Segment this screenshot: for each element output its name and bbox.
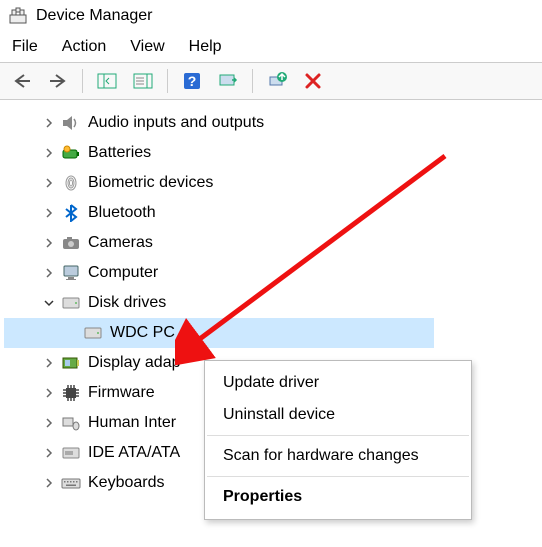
tree-node-wdc-disk[interactable]: WDC PC: [4, 318, 434, 348]
tree-node-audio[interactable]: Audio inputs and outputs: [4, 108, 542, 138]
toolbar-separator: [82, 69, 83, 93]
tree-label: IDE ATA/ATA: [88, 444, 180, 462]
chevron-right-icon[interactable]: [40, 474, 58, 492]
tree-node-disk-drives[interactable]: Disk drives: [4, 288, 542, 318]
tree-node-bluetooth[interactable]: Bluetooth: [4, 198, 542, 228]
toolbar-separator: [167, 69, 168, 93]
chevron-right-icon[interactable]: [40, 144, 58, 162]
keyboard-icon: [58, 472, 84, 494]
battery-icon: [58, 142, 84, 164]
uninstall-device-button[interactable]: [297, 67, 329, 95]
chevron-right-icon[interactable]: [40, 384, 58, 402]
context-menu-properties[interactable]: Properties: [205, 481, 471, 513]
back-button[interactable]: [6, 67, 38, 95]
fingerprint-icon: [58, 172, 84, 194]
toolbar: ?: [0, 62, 542, 100]
tree-label: Biometric devices: [88, 174, 213, 192]
forward-button[interactable]: [42, 67, 74, 95]
speaker-icon: [58, 112, 84, 134]
tree-label: Human Inter: [88, 414, 176, 432]
menu-help[interactable]: Help: [189, 38, 222, 56]
bluetooth-icon: [58, 202, 84, 224]
tree-label: WDC PC: [110, 324, 175, 342]
scan-hardware-button[interactable]: [212, 67, 244, 95]
chevron-right-icon[interactable]: [40, 354, 58, 372]
tree-label: Disk drives: [88, 294, 166, 312]
ide-controller-icon: [58, 442, 84, 464]
hid-icon: [58, 412, 84, 434]
display-adapter-icon: [58, 352, 84, 374]
tree-label: Bluetooth: [88, 204, 156, 222]
context-menu-uninstall[interactable]: Uninstall device: [205, 399, 471, 431]
properties-button[interactable]: [127, 67, 159, 95]
chevron-right-icon[interactable]: [40, 114, 58, 132]
device-manager-icon: [8, 6, 28, 26]
menu-file[interactable]: File: [12, 38, 38, 56]
tree-label: Firmware: [88, 384, 155, 402]
chevron-right-icon[interactable]: [40, 234, 58, 252]
chevron-right-icon[interactable]: [40, 264, 58, 282]
tree-label: Batteries: [88, 144, 151, 162]
titlebar: Device Manager: [0, 0, 542, 32]
svg-text:?: ?: [188, 73, 197, 89]
show-hide-tree-button[interactable]: [91, 67, 123, 95]
chevron-right-icon[interactable]: [40, 414, 58, 432]
menu-action[interactable]: Action: [62, 38, 106, 56]
chevron-right-icon[interactable]: [40, 444, 58, 462]
context-menu-separator: [207, 476, 469, 477]
menubar: File Action View Help: [0, 32, 542, 62]
tree-node-batteries[interactable]: Batteries: [4, 138, 542, 168]
tree-label: Display adap: [88, 354, 181, 372]
update-driver-button[interactable]: [261, 67, 293, 95]
tree-node-computer[interactable]: Computer: [4, 258, 542, 288]
context-menu-update-driver[interactable]: Update driver: [205, 367, 471, 399]
chip-icon: [58, 382, 84, 404]
toolbar-separator: [252, 69, 253, 93]
tree-node-biometric[interactable]: Biometric devices: [4, 168, 542, 198]
chevron-down-icon[interactable]: [40, 294, 58, 312]
tree-node-cameras[interactable]: Cameras: [4, 228, 542, 258]
help-button[interactable]: ?: [176, 67, 208, 95]
window-title: Device Manager: [36, 7, 153, 25]
chevron-right-icon[interactable]: [40, 174, 58, 192]
menu-view[interactable]: View: [130, 38, 164, 56]
disk-drive-icon: [80, 322, 106, 344]
context-menu-scan[interactable]: Scan for hardware changes: [205, 440, 471, 472]
computer-icon: [58, 262, 84, 284]
context-menu: Update driver Uninstall device Scan for …: [204, 360, 472, 520]
disk-drive-icon: [58, 292, 84, 314]
tree-label: Cameras: [88, 234, 153, 252]
tree-label: Audio inputs and outputs: [88, 114, 264, 132]
tree-label: Keyboards: [88, 474, 165, 492]
tree-label: Computer: [88, 264, 158, 282]
camera-icon: [58, 232, 84, 254]
context-menu-separator: [207, 435, 469, 436]
chevron-right-icon[interactable]: [40, 204, 58, 222]
